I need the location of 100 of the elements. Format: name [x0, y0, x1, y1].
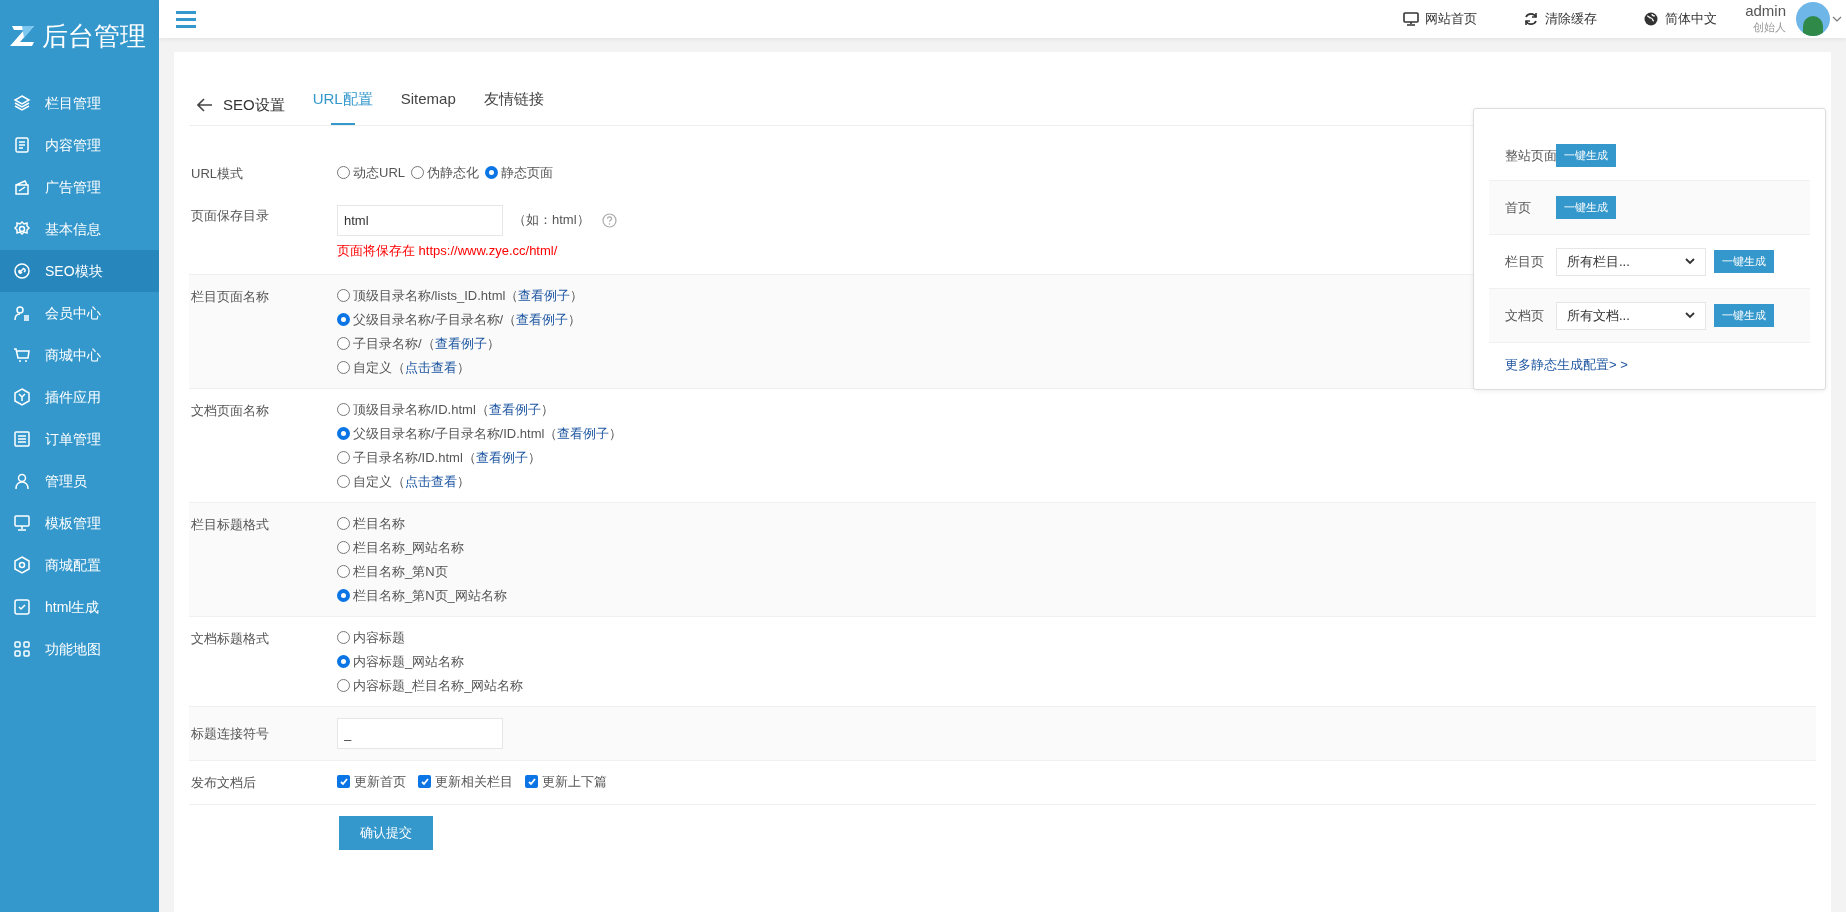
- tab[interactable]: 友情链接: [483, 85, 544, 125]
- user-icon: [13, 472, 31, 490]
- header-link[interactable]: 网站首页: [1403, 9, 1478, 29]
- tab[interactable]: Sitemap: [400, 85, 456, 125]
- radio-label: 栏目名称_第N页: [353, 562, 448, 581]
- radio-label: 内容标题: [353, 628, 405, 647]
- radio-label: 父级目录名称/子目录名称/（查看例子）: [353, 310, 582, 329]
- grid-icon: [13, 640, 31, 658]
- sidebar-item[interactable]: 功能地图: [0, 628, 159, 670]
- sidebar-item[interactable]: 模板管理: [0, 502, 159, 544]
- sidebar-item[interactable]: 管理员: [0, 460, 159, 502]
- field-label: 标题连接符号: [190, 724, 270, 743]
- radio-label: 子目录名称/ID.html（查看例子）: [353, 448, 541, 467]
- radio-label: 栏目名称_网站名称: [353, 538, 465, 557]
- radio-label: 自定义（点击查看）: [353, 472, 470, 491]
- select-dropdown[interactable]: 所有栏目...: [1556, 247, 1706, 276]
- user-role: 创始人: [1753, 20, 1786, 35]
- row-label: 整站页面: [1505, 146, 1556, 165]
- radio-button[interactable]: [337, 313, 350, 326]
- radio-button[interactable]: [337, 451, 350, 464]
- checkbox[interactable]: [525, 775, 538, 789]
- radio-label: 动态URL: [353, 164, 405, 182]
- row-label: 首页: [1505, 198, 1532, 217]
- back-arrow-icon[interactable]: [197, 98, 213, 112]
- radio-label: 顶级目录名称/lists_ID.html（查看例子）: [353, 286, 584, 305]
- sidebar-item[interactable]: 商城中心: [0, 334, 159, 376]
- radio-button[interactable]: [337, 517, 350, 530]
- radio-button[interactable]: [411, 166, 424, 180]
- radio-button[interactable]: [337, 475, 350, 488]
- checkbox-label: 更新上下篇: [542, 773, 607, 791]
- sidebar-item[interactable]: SEO模块: [0, 250, 159, 292]
- row-label: 栏目页: [1505, 252, 1545, 271]
- header-link[interactable]: 简体中文: [1643, 9, 1718, 29]
- sidebar-item[interactable]: 订单管理: [0, 418, 159, 460]
- header-link[interactable]: 清除缓存: [1523, 9, 1598, 29]
- text-input[interactable]: _: [337, 718, 503, 749]
- user-name: admin: [1745, 3, 1786, 19]
- field-label: 发布文档后: [190, 774, 257, 792]
- radio-label: 子目录名称/（查看例子）: [353, 334, 500, 353]
- example-link[interactable]: 查看例子: [434, 335, 487, 351]
- example-link[interactable]: 查看例子: [518, 287, 571, 303]
- example-link[interactable]: 点击查看: [405, 359, 457, 375]
- radio-button[interactable]: [337, 679, 350, 692]
- menu-icon[interactable]: [176, 10, 196, 28]
- chevron-down-icon: [1685, 258, 1695, 265]
- sidebar-item[interactable]: 会员中心: [0, 292, 159, 334]
- sidebar-item[interactable]: 内容管理: [0, 124, 159, 166]
- sidebar-item[interactable]: 商城配置: [0, 544, 159, 586]
- avatar[interactable]: [1796, 2, 1830, 36]
- select-dropdown[interactable]: 所有文档...: [1556, 301, 1706, 330]
- link-icon: [13, 262, 31, 280]
- radio-label: 父级目录名称/子目录名称/ID.html（查看例子）: [353, 424, 623, 443]
- generate-button[interactable]: 一键生成: [1556, 196, 1616, 219]
- radio-button[interactable]: [337, 541, 350, 554]
- settings-icon: [13, 220, 31, 238]
- radio-label: 伪静态化: [427, 164, 479, 182]
- example-link[interactable]: 点击查看: [405, 473, 457, 489]
- card-icon: [13, 178, 31, 196]
- generate-button[interactable]: 一键生成: [1556, 144, 1616, 167]
- example-link[interactable]: 查看例子: [516, 311, 569, 327]
- more-settings-link[interactable]: 更多静态生成配置> >: [1505, 355, 1810, 375]
- radio-button[interactable]: [337, 166, 350, 180]
- field-label: URL模式: [190, 165, 244, 183]
- chevron-down-icon: [1685, 312, 1695, 319]
- radio-button[interactable]: [337, 403, 350, 416]
- radio-label: 栏目名称: [353, 514, 405, 533]
- sidebar-item[interactable]: 基本信息: [0, 208, 159, 250]
- help-icon[interactable]: [601, 212, 617, 228]
- chevron-down-icon[interactable]: [1832, 16, 1842, 22]
- document-icon: [13, 136, 31, 154]
- radio-button[interactable]: [337, 655, 350, 668]
- save-path-hint: 页面将保存在 https://www.zye.cc/html/: [337, 241, 559, 260]
- example-link[interactable]: 查看例子: [475, 449, 528, 465]
- generate-button[interactable]: 一键生成: [1714, 304, 1774, 327]
- sidebar-item[interactable]: 广告管理: [0, 166, 159, 208]
- checkbox[interactable]: [418, 775, 431, 789]
- radio-button[interactable]: [337, 361, 350, 374]
- sidebar-item[interactable]: 栏目管理: [0, 82, 159, 124]
- checkbox-label: 更新首页: [354, 773, 406, 791]
- radio-button[interactable]: [337, 337, 350, 350]
- list-icon: [13, 430, 31, 448]
- submit-button[interactable]: 确认提交: [339, 815, 433, 850]
- example-link[interactable]: 查看例子: [488, 401, 541, 417]
- example-link[interactable]: 查看例子: [557, 425, 610, 441]
- radio-button[interactable]: [337, 427, 350, 440]
- radio-button[interactable]: [337, 289, 350, 302]
- text-input[interactable]: html: [337, 204, 503, 236]
- sidebar-item[interactable]: 插件应用: [0, 376, 159, 418]
- tab[interactable]: URL配置: [312, 85, 373, 125]
- radio-label: 内容标题_栏目名称_网站名称: [353, 676, 524, 695]
- cube-icon: [13, 388, 31, 406]
- radio-button[interactable]: [485, 166, 498, 180]
- radio-button[interactable]: [337, 589, 350, 602]
- radio-label: 自定义（点击查看）: [353, 358, 470, 377]
- radio-button[interactable]: [337, 631, 350, 644]
- sidebar-item[interactable]: html生成: [0, 586, 159, 628]
- checkbox[interactable]: [337, 775, 350, 789]
- radio-button[interactable]: [337, 565, 350, 578]
- checkbox-icon: [13, 598, 31, 616]
- generate-button[interactable]: 一键生成: [1714, 250, 1774, 273]
